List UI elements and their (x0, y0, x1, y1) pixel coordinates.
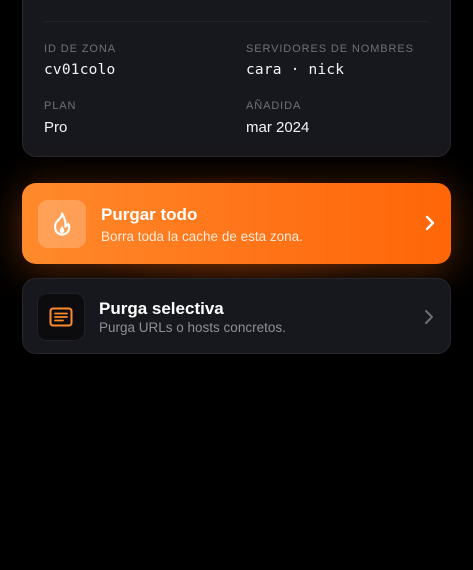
purge-all-subtitle: Borra toda la cache de esta zona. (101, 229, 303, 244)
purge-selective-icon-box (37, 293, 85, 341)
list-icon (49, 307, 73, 327)
plan-field: PLAN Pro (44, 100, 76, 136)
chevron-right-icon (425, 215, 435, 231)
plan-label: PLAN (44, 100, 77, 112)
added-label: AÑADIDA (246, 100, 302, 112)
purge-all-title: Purgar todo (101, 205, 198, 224)
purge-selective-subtitle: Purga URLs o hosts concretos. (99, 320, 286, 335)
added-field: AÑADIDA mar 2024 (246, 100, 309, 136)
zone-info-card: ID DE ZONA cv01colo SERVIDORES DE NOMBRE… (22, 0, 451, 157)
purge-all-button[interactable]: Purgar todo Borra toda la cache de esta … (22, 183, 451, 264)
purge-selective-title: Purga selectiva (99, 299, 224, 318)
info-divider (45, 21, 428, 22)
nameservers-label: SERVIDORES DE NOMBRES (246, 43, 414, 55)
chevron-right-icon (425, 310, 433, 324)
purge-all-icon-box (38, 200, 86, 248)
plan-value: Pro (44, 119, 68, 136)
flame-icon (53, 212, 71, 236)
nameservers-field: SERVIDORES DE NOMBRES cara · nick (246, 43, 414, 78)
purge-selective-button[interactable]: Purga selectiva Purga URLs o hosts concr… (22, 278, 451, 354)
nameservers-value: cara · nick (246, 62, 345, 78)
zone-id-label: ID DE ZONA (44, 43, 116, 55)
zone-id-field: ID DE ZONA cv01colo (44, 43, 116, 78)
zone-id-value: cv01colo (44, 62, 116, 78)
added-value: mar 2024 (246, 119, 310, 136)
